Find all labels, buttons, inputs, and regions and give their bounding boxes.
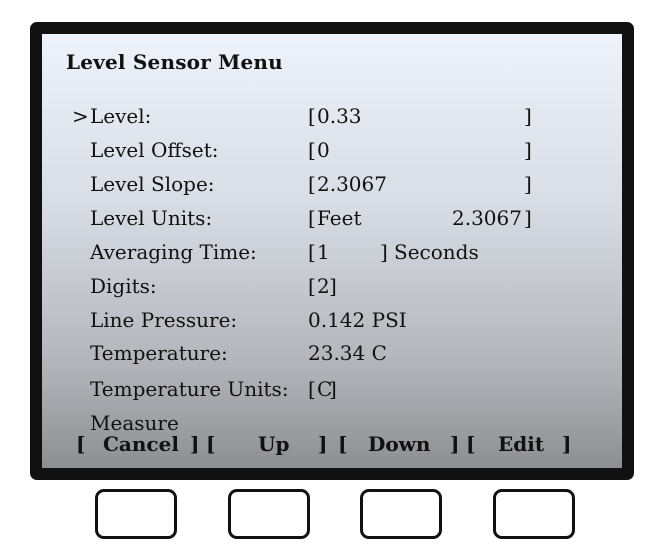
averaging-time-value: 1 [317,240,330,264]
level-offset-value: 0 [317,138,330,162]
open-bracket: [ [466,432,476,456]
row-label: Level Slope: [90,172,215,196]
menu-row-averaging-time[interactable]: Averaging Time: [ 1 ] Seconds [42,240,622,270]
menu-row-temperature: Temperature: 23.34 C [42,341,622,371]
level-value: 0.33 [317,104,362,128]
digits-value: 2 [317,274,330,298]
close-bracket: ] [450,432,460,456]
line-pressure-value: 0.142 PSI [308,308,407,332]
selection-cursor: > [72,104,89,128]
menu-row-level-offset[interactable]: Level Offset: [ 0 ] [42,138,622,168]
row-label: Line Pressure: [90,308,238,332]
open-bracket: [ [76,432,86,456]
menu-row-line-pressure: Line Pressure: 0.142 PSI [42,308,622,338]
menu-row-temperature-units[interactable]: Temperature Units: [ C ] [42,377,622,407]
menu-row-digits[interactable]: Digits: [ 2 ] [42,274,622,304]
close-bracket: ] [524,104,532,128]
level-units-value: Feet [317,206,362,230]
averaging-time-unit: Seconds [394,240,479,264]
close-bracket: ] [190,432,200,456]
open-bracket: [ [308,377,316,401]
close-bracket: ] [329,274,337,298]
row-label: Digits: [90,274,157,298]
close-bracket: ] [329,377,337,401]
close-bracket: ] [380,240,388,264]
hardware-button-3[interactable] [360,489,442,539]
close-bracket: ] [524,138,532,162]
softkey-label: Up [258,432,290,456]
open-bracket: [ [308,206,316,230]
softkey-label: Edit [498,432,545,456]
row-label: Level: [90,104,152,128]
close-bracket: ] [318,432,328,456]
row-label: Level Units: [90,206,213,230]
level-units-slope-value: 2.3067 [452,206,522,230]
row-label: Temperature: [90,341,228,365]
close-bracket: ] [524,206,532,230]
hardware-button-1[interactable] [95,489,177,539]
menu-title: Level Sensor Menu [66,50,283,74]
menu-row-level-slope[interactable]: Level Slope: [ 2.3067 ] [42,172,622,202]
open-bracket: [ [206,432,216,456]
hardware-button-4[interactable] [493,489,575,539]
level-slope-value: 2.3067 [317,172,387,196]
row-label: Level Offset: [90,138,219,162]
hardware-button-2[interactable] [228,489,310,539]
softkey-label: Cancel [103,432,179,456]
open-bracket: [ [308,138,316,162]
close-bracket: ] [524,172,532,196]
lcd-screen: Level Sensor Menu > Level: [ 0.33 ] Leve… [42,34,622,468]
open-bracket: [ [308,172,316,196]
softkey-bar: [ Cancel ] [ Up ] [ Down ] [ Edit ] [42,432,622,462]
row-label: Averaging Time: [90,240,257,264]
close-bracket: ] [562,432,572,456]
row-label: Temperature Units: [90,377,289,401]
temperature-value: 23.34 C [308,341,387,365]
open-bracket: [ [308,274,316,298]
softkey-label: Down [368,432,431,456]
open-bracket: [ [308,240,316,264]
menu-row-level[interactable]: > Level: [ 0.33 ] [42,104,622,134]
open-bracket: [ [338,432,348,456]
open-bracket: [ [308,104,316,128]
device-frame: Level Sensor Menu > Level: [ 0.33 ] Leve… [30,22,634,480]
menu-row-level-units[interactable]: Level Units: [ Feet 2.3067 ] [42,206,622,236]
